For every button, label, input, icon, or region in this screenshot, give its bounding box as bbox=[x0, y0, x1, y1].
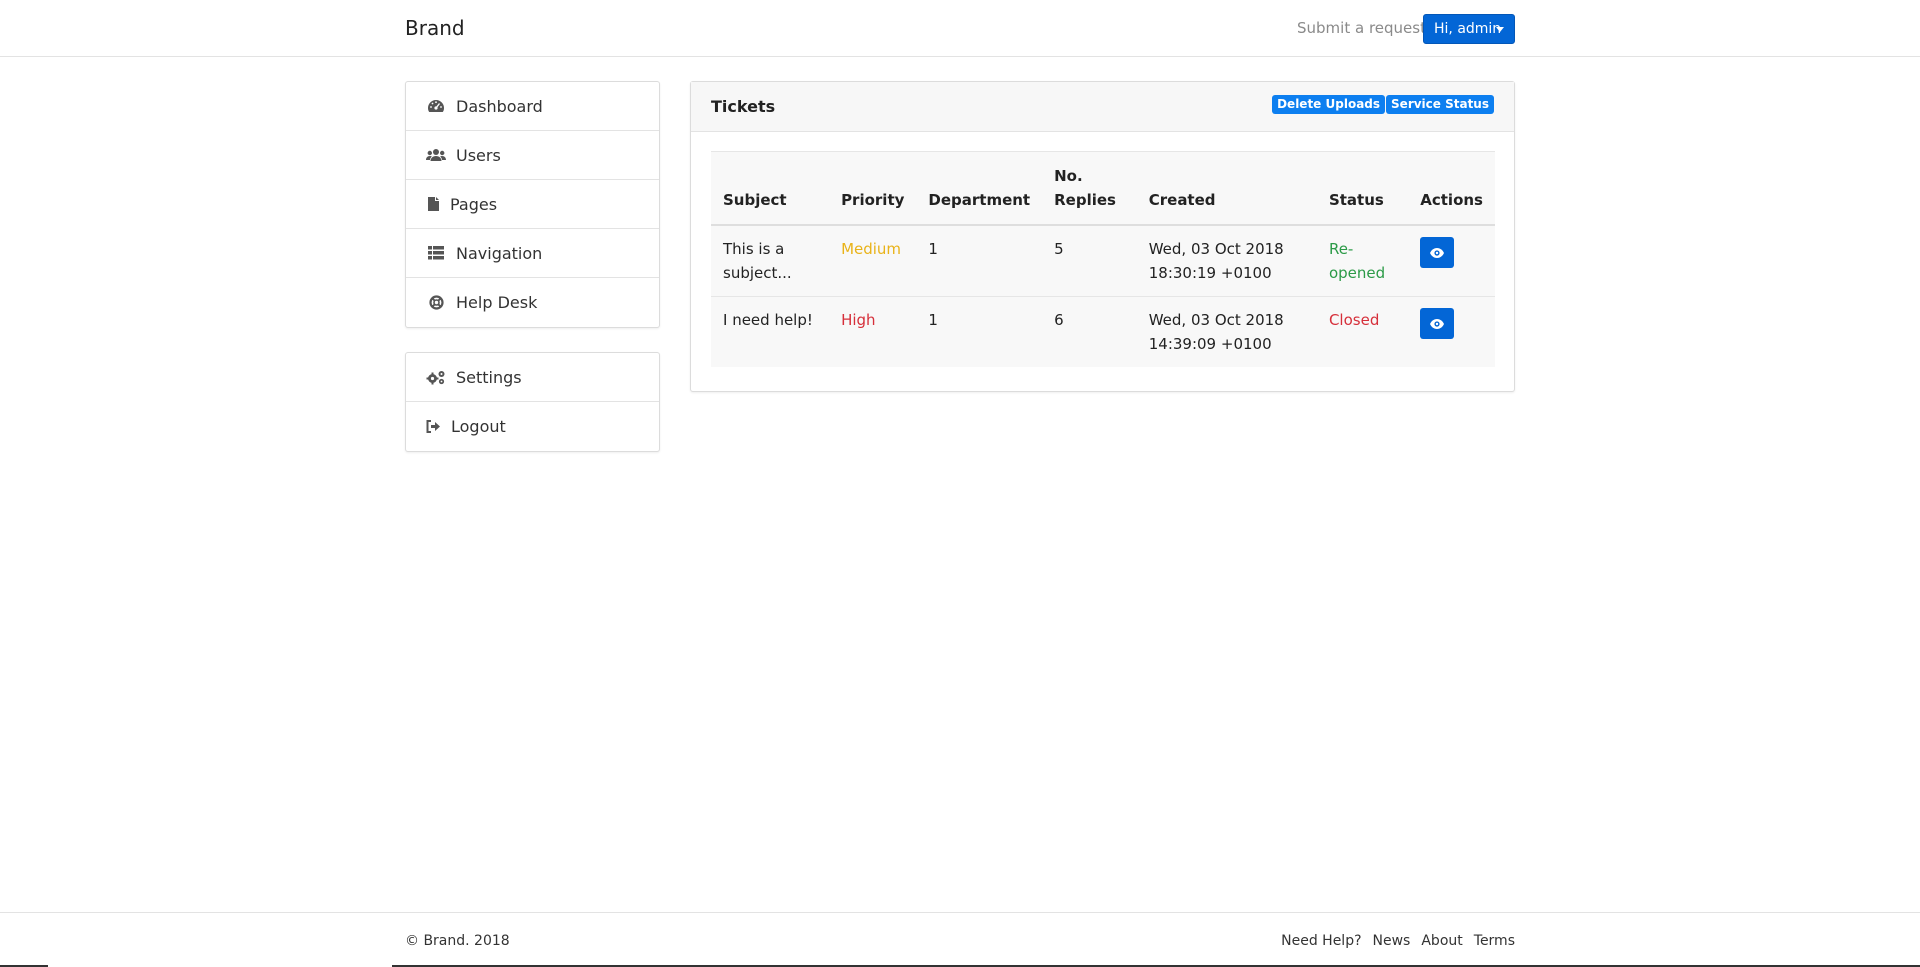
cell-actions bbox=[1408, 296, 1495, 367]
column-header-replies-line2: Replies bbox=[1054, 191, 1116, 209]
sidebar-item-label: Pages bbox=[450, 194, 498, 214]
life-ring-icon bbox=[426, 295, 446, 311]
status-line1: Closed bbox=[1328, 311, 1380, 329]
dashboard-icon bbox=[426, 98, 446, 114]
subject-line2: subject... bbox=[723, 264, 792, 282]
sidebar-item-users[interactable]: Users bbox=[406, 131, 659, 180]
sidebar-item-label: Dashboard bbox=[456, 96, 543, 116]
list-icon bbox=[426, 245, 446, 261]
column-header-created: Created bbox=[1136, 152, 1317, 226]
sidebar-item-navigation[interactable]: Navigation bbox=[406, 229, 659, 278]
table-row: I need help! High 1 6 Wed, 03 Oct 2018 1… bbox=[711, 296, 1495, 367]
sidebar-item-dashboard[interactable]: Dashboard bbox=[406, 82, 659, 131]
tickets-panel: Tickets Delete Uploads Service Status Su… bbox=[690, 81, 1515, 392]
brand-logo[interactable]: Brand bbox=[405, 16, 465, 40]
sidebar-item-logout[interactable]: Logout bbox=[406, 402, 659, 451]
footer-link-terms[interactable]: Terms bbox=[1474, 933, 1515, 949]
sidebar-item-pages[interactable]: Pages bbox=[406, 180, 659, 229]
cell-priority: Medium bbox=[841, 240, 902, 258]
sidebar-item-label: Settings bbox=[456, 367, 522, 387]
subject-line1: This is a bbox=[723, 240, 785, 258]
view-ticket-button[interactable] bbox=[1420, 308, 1455, 339]
status-line2: opened bbox=[1328, 264, 1386, 282]
cell-created: Wed, 03 Oct 2018 14:39:09 +0100 bbox=[1136, 296, 1317, 367]
table-header-row: Subject Priority Department No. Replies … bbox=[711, 152, 1495, 226]
submit-request-link[interactable]: Submit a request? bbox=[1297, 19, 1434, 37]
sidebar-account-menu: Settings Logout bbox=[405, 352, 660, 452]
sidebar-item-settings[interactable]: Settings bbox=[406, 353, 659, 402]
cogs-icon bbox=[426, 369, 446, 385]
sidebar-item-label: Logout bbox=[451, 417, 506, 436]
column-header-actions: Actions bbox=[1408, 152, 1495, 226]
cell-priority: High bbox=[829, 296, 917, 367]
tickets-table-wrapper: Subject Priority Department No. Replies … bbox=[711, 151, 1495, 367]
cell-created: Wed, 03 Oct 2018 18:30:19 +0100 bbox=[1137, 225, 1317, 297]
subject-line1: I need help! bbox=[723, 311, 813, 329]
footer-link-news[interactable]: News bbox=[1373, 933, 1411, 949]
cell-actions bbox=[1408, 225, 1495, 297]
column-header-department: Department bbox=[916, 152, 1043, 226]
created-date: Wed, 03 Oct 2018 bbox=[1148, 240, 1284, 258]
column-header-priority: Priority bbox=[829, 152, 917, 226]
footer-links: Need Help? News About Terms bbox=[1270, 933, 1515, 949]
user-menu-button[interactable]: Hi, admin bbox=[1423, 14, 1515, 44]
cell-department: 1 bbox=[928, 240, 938, 258]
column-header-subject: Subject bbox=[711, 152, 830, 226]
sidebar-item-label: Users bbox=[456, 145, 501, 165]
tickets-panel-header: Tickets Delete Uploads Service Status bbox=[691, 82, 1514, 132]
cell-replies: 6 bbox=[1042, 296, 1137, 367]
footer-link-about[interactable]: About bbox=[1421, 933, 1462, 949]
footer-copyright: © Brand. 2018 bbox=[405, 933, 510, 949]
created-time: 14:39:09 +0100 bbox=[1148, 335, 1272, 353]
view-ticket-button[interactable] bbox=[1420, 237, 1455, 268]
sidebar-item-label: Navigation bbox=[456, 243, 543, 263]
status-line1: Re- bbox=[1328, 240, 1354, 258]
service-status-button[interactable]: Service Status bbox=[1386, 95, 1494, 114]
footer-link-need-help[interactable]: Need Help? bbox=[1281, 933, 1361, 949]
delete-uploads-button[interactable]: Delete Uploads bbox=[1272, 95, 1386, 114]
eye-icon bbox=[1430, 312, 1445, 336]
user-menu-label: Hi, admin bbox=[1434, 21, 1502, 37]
created-date: Wed, 03 Oct 2018 bbox=[1148, 311, 1284, 329]
cell-status: Re- opened bbox=[1317, 225, 1408, 297]
caret-down-icon bbox=[1496, 27, 1504, 32]
file-icon bbox=[426, 196, 440, 212]
column-header-replies-line1: No. bbox=[1054, 167, 1083, 185]
sidebar-main-menu: Dashboard Users Pages Navigation Help De… bbox=[405, 81, 660, 328]
column-header-status: Status bbox=[1316, 152, 1409, 226]
created-time: 18:30:19 +0100 bbox=[1148, 264, 1272, 282]
users-icon bbox=[426, 147, 446, 163]
tickets-header-actions: Delete Uploads Service Status bbox=[1271, 95, 1494, 114]
column-header-replies: No. Replies bbox=[1042, 152, 1137, 226]
tickets-table: Subject Priority Department No. Replies … bbox=[711, 152, 1495, 367]
page-footer: © Brand. 2018 Need Help? News About Term… bbox=[0, 912, 1920, 967]
sidebar-item-help-desk[interactable]: Help Desk bbox=[406, 278, 659, 327]
sign-out-icon bbox=[426, 419, 441, 435]
cell-subject: I need help! bbox=[711, 296, 830, 367]
eye-icon bbox=[1430, 241, 1445, 265]
cell-subject: This is a subject... bbox=[711, 225, 829, 297]
top-navbar: Brand Submit a request? Hi, admin bbox=[0, 0, 1920, 57]
cell-replies: 5 bbox=[1054, 240, 1064, 258]
cell-status: Closed bbox=[1316, 296, 1409, 367]
tickets-title: Tickets bbox=[711, 97, 776, 116]
table-row: This is a subject... Medium 1 5 Wed, 03 … bbox=[711, 225, 1495, 297]
sidebar-item-label: Help Desk bbox=[456, 293, 538, 312]
cell-department: 1 bbox=[916, 296, 1043, 367]
